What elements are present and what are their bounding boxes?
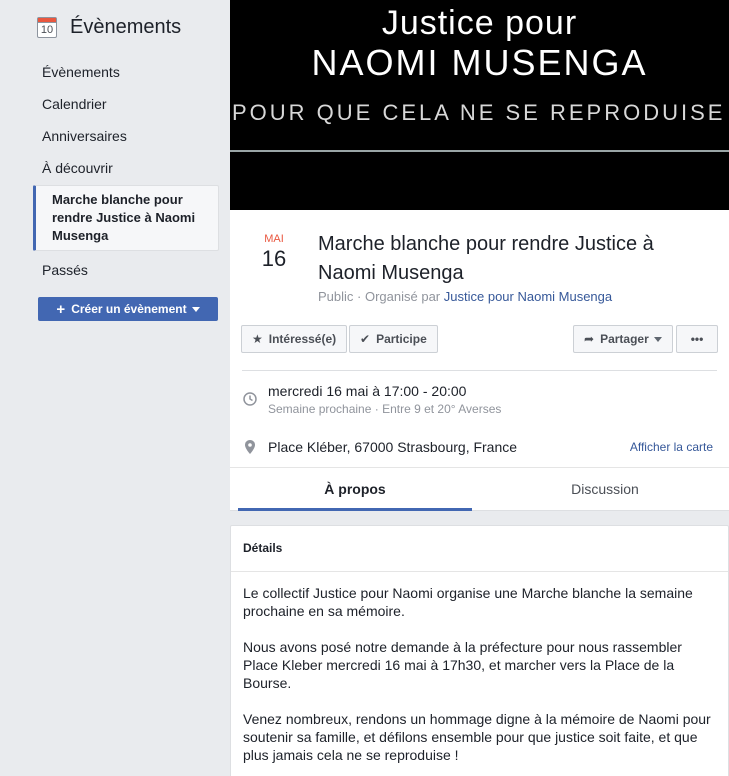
star-icon: ★ (252, 332, 263, 346)
left-sidebar: 10 Évènements Évènements Calendrier Anni… (0, 0, 229, 776)
going-button[interactable]: ✔ Participe (349, 325, 438, 353)
create-event-label: Créer un évènement (71, 302, 187, 316)
create-event-button[interactable]: + Créer un évènement (38, 297, 218, 321)
event-title: Marche blanche pour rendre Justice à Nao… (318, 233, 654, 284)
sidebar-item-current-event[interactable]: Marche blanche pour rendre Justice à Nao… (33, 185, 219, 251)
event-month: MAI (264, 233, 284, 245)
plus-icon: + (56, 300, 66, 318)
event-date-badge: MAI 16 (258, 233, 290, 272)
show-map-link[interactable]: Afficher la carte (630, 440, 713, 454)
event-privacy: Public (318, 289, 354, 304)
location-pin-icon (242, 440, 258, 457)
sidebar-item-events[interactable]: Évènements (33, 56, 219, 88)
sidebar-item-past[interactable]: Passés (33, 254, 219, 286)
sidebar-header: 10 Évènements (37, 16, 181, 39)
details-heading: Détails (231, 526, 728, 572)
cover-line-2: NAOMI MUSENGA (311, 42, 648, 83)
event-header-card: MAI 16 Marche blanche pour rendre Justic… (230, 210, 729, 511)
cover-line-3: POUR QUE CELA NE SE REPRODUISE PLUS (232, 100, 729, 125)
event-meta: Public · Organisé par Justice pour Naomi… (318, 289, 613, 304)
interested-button[interactable]: ★ Intéressé(e) (241, 325, 348, 353)
clock-icon (242, 392, 258, 409)
interested-label: Intéressé(e) (268, 332, 337, 346)
tab-discussion[interactable]: Discussion (488, 468, 722, 511)
chevron-down-icon (653, 336, 662, 342)
tab-about[interactable]: À propos (238, 468, 472, 511)
details-card: Détails Le collectif Justice pour Naomi … (230, 525, 729, 776)
sidebar-nav: Évènements Calendrier Anniversaires À dé… (33, 56, 219, 286)
organized-by-label: Organisé par (364, 289, 441, 304)
sidebar-item-discover[interactable]: À découvrir (33, 152, 219, 184)
event-time-subtext: Semaine prochaine · Entre 9 et 20° Avers… (268, 402, 502, 416)
calendar-icon: 10 (37, 17, 57, 38)
divider (242, 370, 717, 371)
cover-photo[interactable]: Justice pour NAOMI MUSENGA POUR QUE CELA… (230, 0, 729, 210)
sidebar-title: Évènements (70, 16, 182, 38)
details-paragraph: Le collectif Justice pour Naomi organise… (243, 585, 693, 619)
more-dots-icon: ••• (690, 332, 704, 346)
details-body: Le collectif Justice pour Naomi organise… (231, 572, 728, 776)
cover-line-1: Justice pour (381, 4, 578, 42)
cover-divider (230, 150, 729, 152)
event-main: Justice pour NAOMI MUSENGA POUR QUE CELA… (230, 0, 729, 511)
event-time: mercredi 16 mai à 17:00 - 20:00 (268, 383, 467, 399)
event-day: 16 (261, 246, 287, 271)
details-paragraph: Nous avons posé notre demande à la préfe… (243, 639, 682, 691)
share-arrow-icon: ➦ (584, 332, 595, 346)
organizer-link[interactable]: Justice pour Naomi Musenga (444, 289, 612, 304)
sidebar-item-birthdays[interactable]: Anniversaires (33, 120, 219, 152)
event-place[interactable]: Place Kléber, 67000 Strasbourg, France (268, 439, 517, 455)
chevron-down-icon (191, 306, 200, 312)
checkmark-icon: ✔ (360, 332, 371, 346)
share-button[interactable]: ➦ Partager (573, 325, 673, 353)
share-label: Partager (600, 332, 649, 346)
sidebar-item-calendar[interactable]: Calendrier (33, 88, 219, 120)
details-paragraph: Venez nombreux, rendons un hommage digne… (243, 711, 711, 763)
going-label: Participe (376, 332, 427, 346)
more-options-button[interactable]: ••• (676, 325, 718, 353)
event-tabs: À propos Discussion (230, 468, 729, 511)
